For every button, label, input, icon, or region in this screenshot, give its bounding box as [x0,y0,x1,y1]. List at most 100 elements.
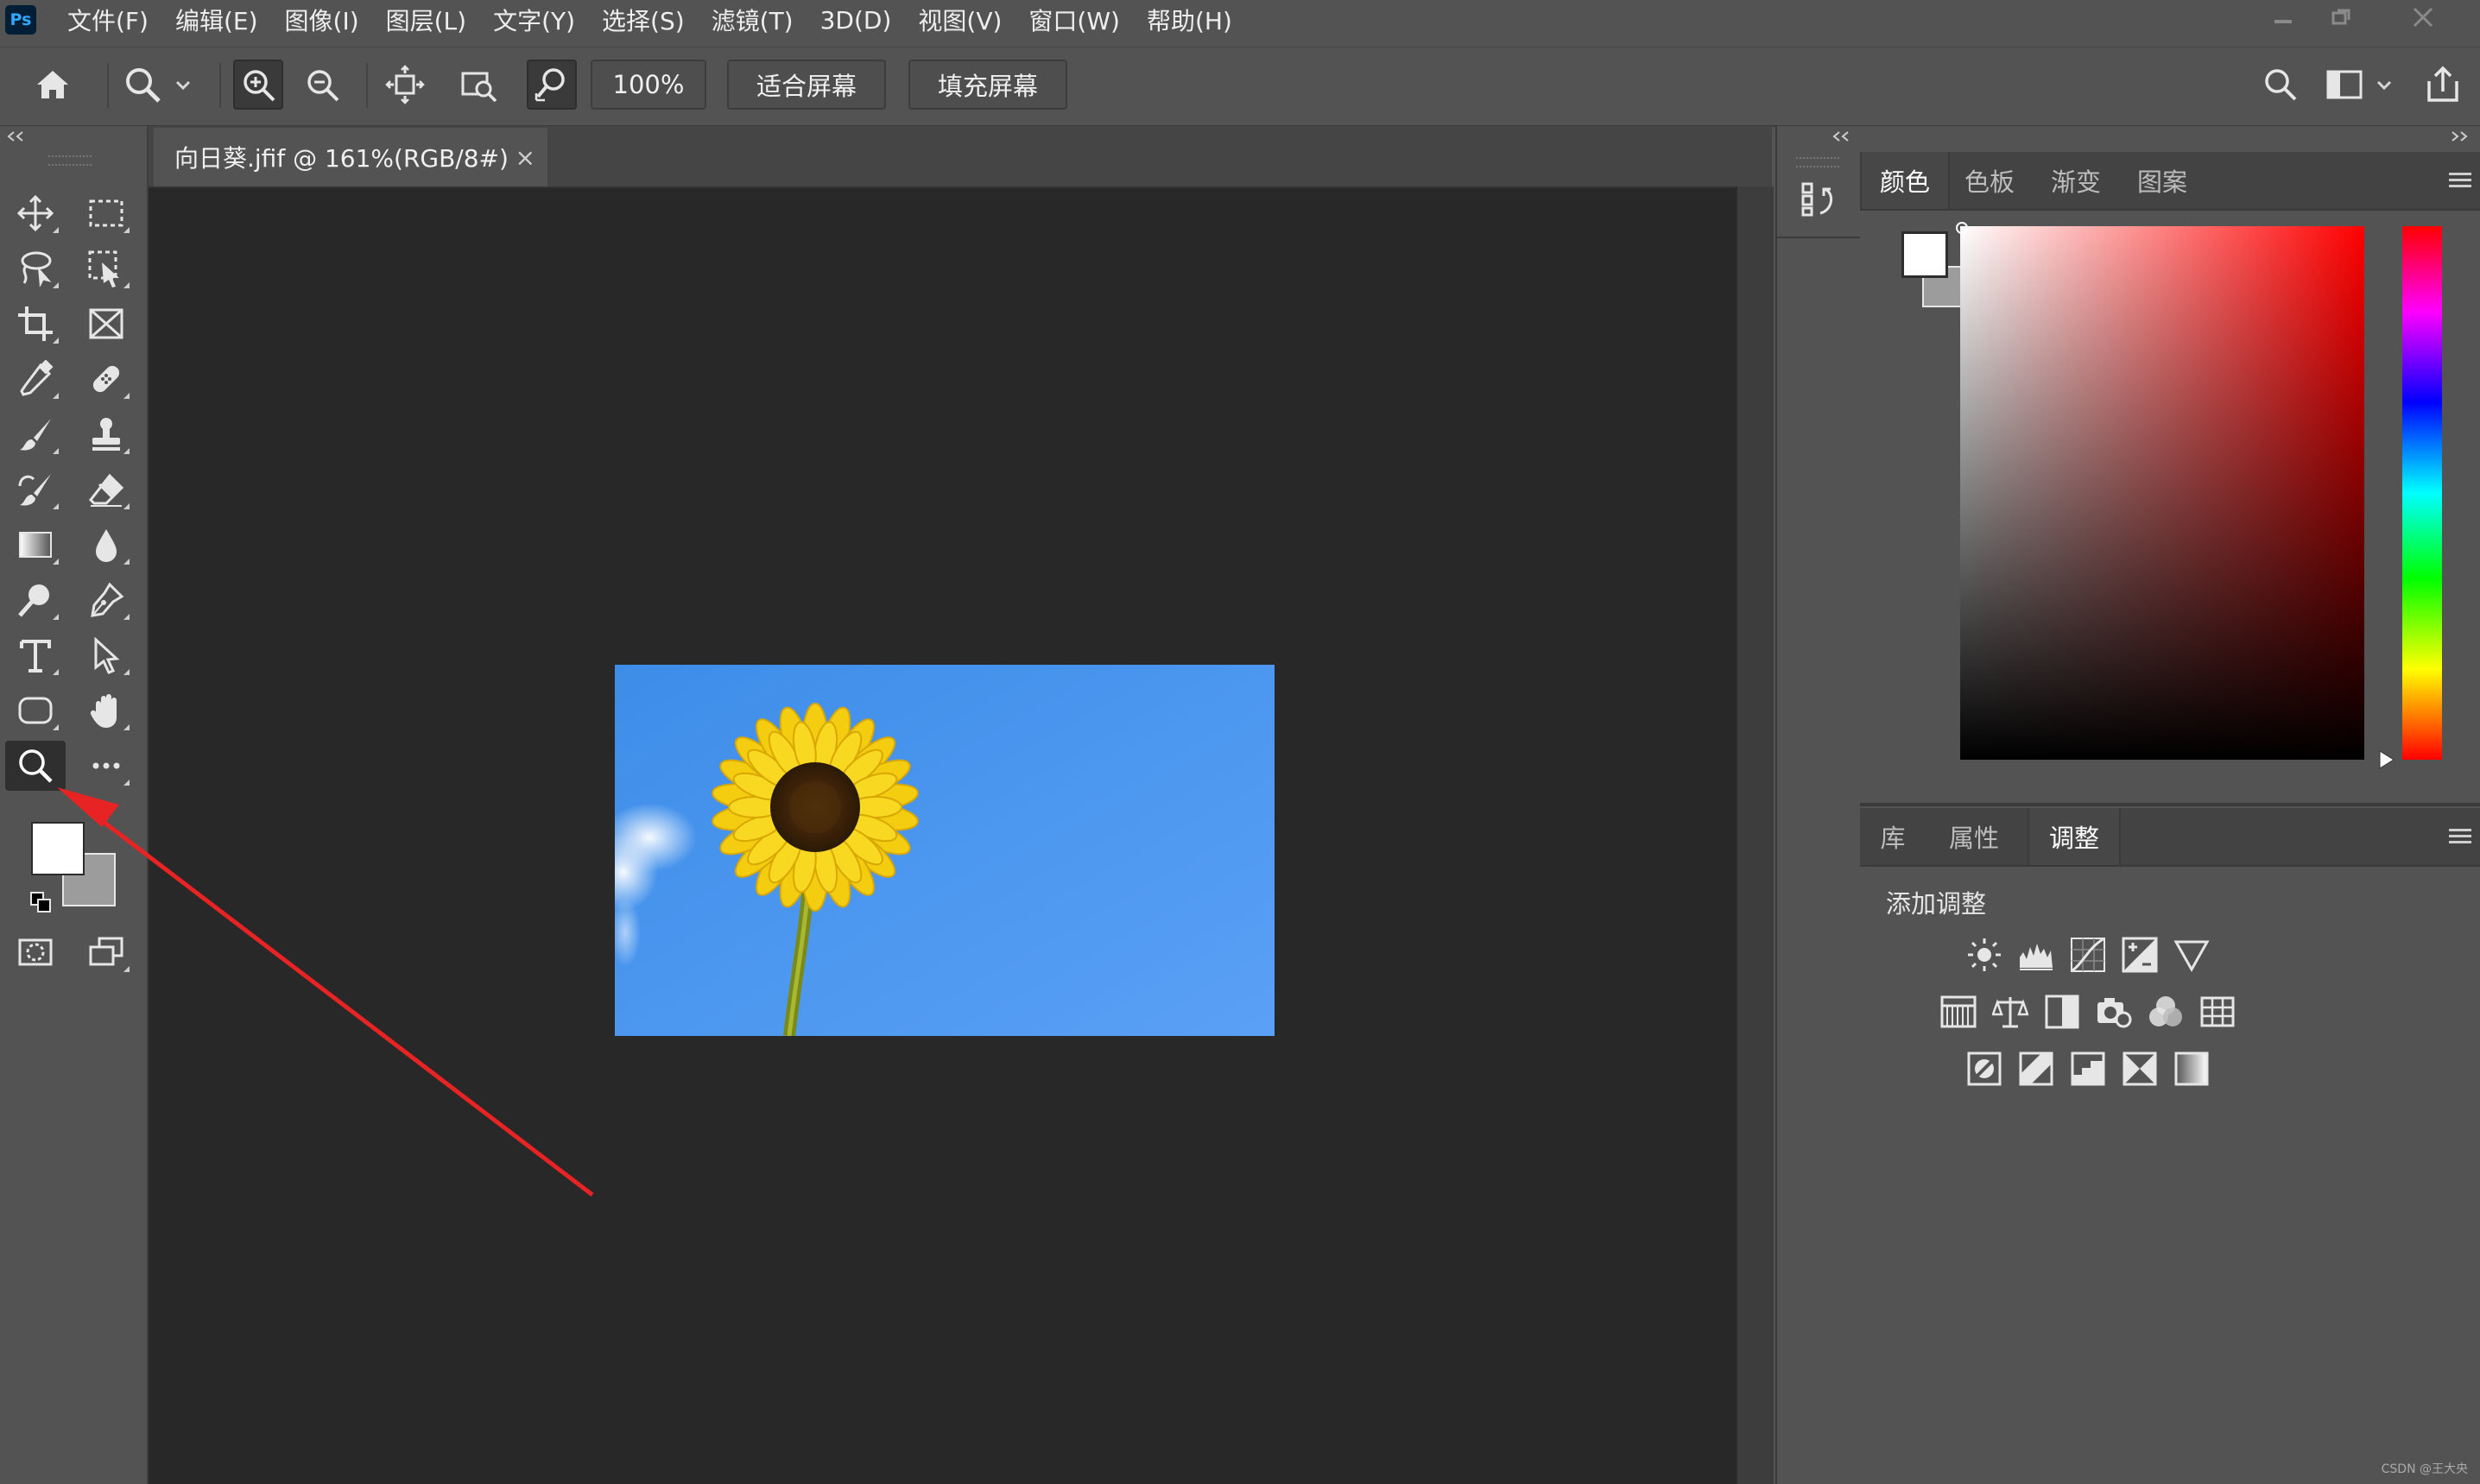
history-panel-button[interactable] [1796,178,1841,221]
quick-mask-button[interactable] [5,927,66,977]
object-selection-tool[interactable] [76,243,136,294]
blur-tool[interactable] [76,520,136,570]
zoom-percent-field[interactable]: 100% [591,60,706,110]
path-selection-tool[interactable] [76,630,136,680]
frame-tool[interactable] [76,299,136,349]
tab-libraries[interactable]: 库 [1860,808,1926,865]
hue-slider[interactable] [2402,226,2442,760]
quick-mask-icon [18,938,53,966]
gradient-tool[interactable] [5,520,66,570]
move-tool[interactable] [5,188,66,238]
gradient-map-button[interactable] [2171,1048,2212,1089]
watermark-text: CSDN @王大央 [2381,1462,2468,1476]
tab-color[interactable]: 颜色 [1860,152,1950,209]
expand-panel-icon[interactable] [2449,129,2470,143]
panel-foreground-swatch[interactable] [1901,231,1948,278]
color-balance-button[interactable] [1990,991,2031,1032]
menu-type[interactable]: 文字(Y) [493,3,575,37]
curves-button[interactable] [2067,934,2109,976]
rectangle-tool[interactable] [5,685,66,736]
zoom-icon [19,749,53,783]
channel-mixer-button[interactable] [2145,991,2186,1032]
crop-tool[interactable] [5,299,66,349]
clone-stamp-tool[interactable] [76,409,136,459]
tab-swatches[interactable]: 色板 [1946,152,2033,209]
default-colors-icon[interactable] [29,891,55,917]
toolbar-grip[interactable] [48,155,92,166]
preset-dropdown[interactable] [166,60,200,110]
menu-help[interactable]: 帮助(H) [1147,3,1232,37]
menu-filter[interactable]: 滤镜(T) [712,3,794,37]
add-adjustment-heading: 添加调整 [1886,889,1987,919]
close-window-button[interactable] [2382,0,2464,35]
workspace-button[interactable] [2319,60,2369,110]
edit-toolbar-button[interactable] [76,741,136,791]
fit-screen-button[interactable]: 适合屏幕 [727,60,886,110]
search-button[interactable] [2255,60,2306,110]
tab-gradients[interactable]: 渐变 [2033,152,2119,209]
menu-3d[interactable]: 3D(D) [820,6,892,35]
color-panel-menu-icon[interactable] [2449,173,2471,188]
document-tab[interactable]: 向日葵.jfif @ 161%(RGB/8#) × [154,128,547,186]
vibrance-button[interactable] [2171,934,2212,976]
invert-button[interactable] [1964,1048,2005,1089]
menu-select[interactable]: 选择(S) [602,3,685,37]
hand-tool[interactable] [76,685,136,736]
selective-color-button[interactable] [2119,1048,2161,1089]
fill-screen-button[interactable]: 填充屏幕 [908,60,1067,110]
workspace-dropdown[interactable] [2371,60,2397,110]
posterize-button[interactable] [2015,1048,2057,1089]
arrow-pointer-icon [94,636,120,674]
close-tab-button[interactable]: × [516,143,535,172]
menu-file[interactable]: 文件(F) [67,3,149,37]
tab-adjustments[interactable]: 调整 [2028,808,2121,865]
black-white-button[interactable] [2041,991,2083,1032]
menu-view[interactable]: 视图(V) [918,3,1002,37]
resize-windows-button[interactable] [380,60,430,110]
screen-mode-button[interactable] [76,927,136,977]
tab-properties[interactable]: 属性 [1929,808,2019,865]
foreground-color-swatch[interactable] [31,822,85,875]
zoom-in-button[interactable] [233,60,283,110]
threshold-button[interactable] [2067,1048,2109,1089]
adjustments-panel-menu-icon[interactable] [2449,829,2471,844]
photo-filter-button[interactable] [2093,991,2135,1032]
zoom-tool-preset-button[interactable] [117,60,168,110]
collapse-panel-icon[interactable] [5,129,26,143]
zoom-all-windows-icon [461,72,497,103]
menu-layer[interactable]: 图层(L) [386,3,466,37]
vertical-scrollbar[interactable] [1736,186,1774,1484]
share-button[interactable] [2418,60,2468,110]
spot-healing-brush-tool[interactable] [76,354,136,404]
tab-patterns[interactable]: 图案 [2119,152,2205,209]
zoom-out-button[interactable] [297,60,347,110]
brush-tool[interactable] [5,409,66,459]
lasso-tool[interactable] [5,243,66,294]
menu-window[interactable]: 窗口(W) [1028,3,1120,37]
menu-image[interactable]: 图像(I) [285,3,359,37]
history-brush-tool[interactable] [5,464,66,515]
zoom-tool[interactable] [5,741,66,791]
brightness-contrast-button[interactable] [1964,934,2005,976]
hue-saturation-button[interactable] [1938,991,1979,1032]
rectangular-marquee-tool[interactable] [76,188,136,238]
menu-bar: Ps 文件(F) 编辑(E) 图像(I) 图层(L) 文字(Y) 选择(S) 滤… [0,0,2480,40]
hue-slider-handle[interactable] [2378,749,2395,770]
eraser-tool[interactable] [76,464,136,515]
levels-button[interactable] [2015,934,2057,976]
color-picker-field[interactable] [1960,226,2364,760]
panel-grip[interactable] [1796,157,1839,167]
pen-tool[interactable] [76,575,136,625]
eyedropper-tool[interactable] [5,354,66,404]
color-lookup-button[interactable] [2197,991,2238,1032]
zoom-all-windows-button[interactable] [454,60,504,110]
menu-edit[interactable]: 编辑(E) [175,3,258,37]
dodge-icon [18,584,49,617]
type-tool[interactable] [5,630,66,680]
restore-button[interactable] [2300,0,2383,35]
scrubby-zoom-button[interactable] [527,60,577,110]
home-button[interactable] [28,60,78,110]
collapse-panel-icon[interactable] [1831,129,1851,143]
dodge-tool[interactable] [5,575,66,625]
exposure-button[interactable] [2119,934,2161,976]
